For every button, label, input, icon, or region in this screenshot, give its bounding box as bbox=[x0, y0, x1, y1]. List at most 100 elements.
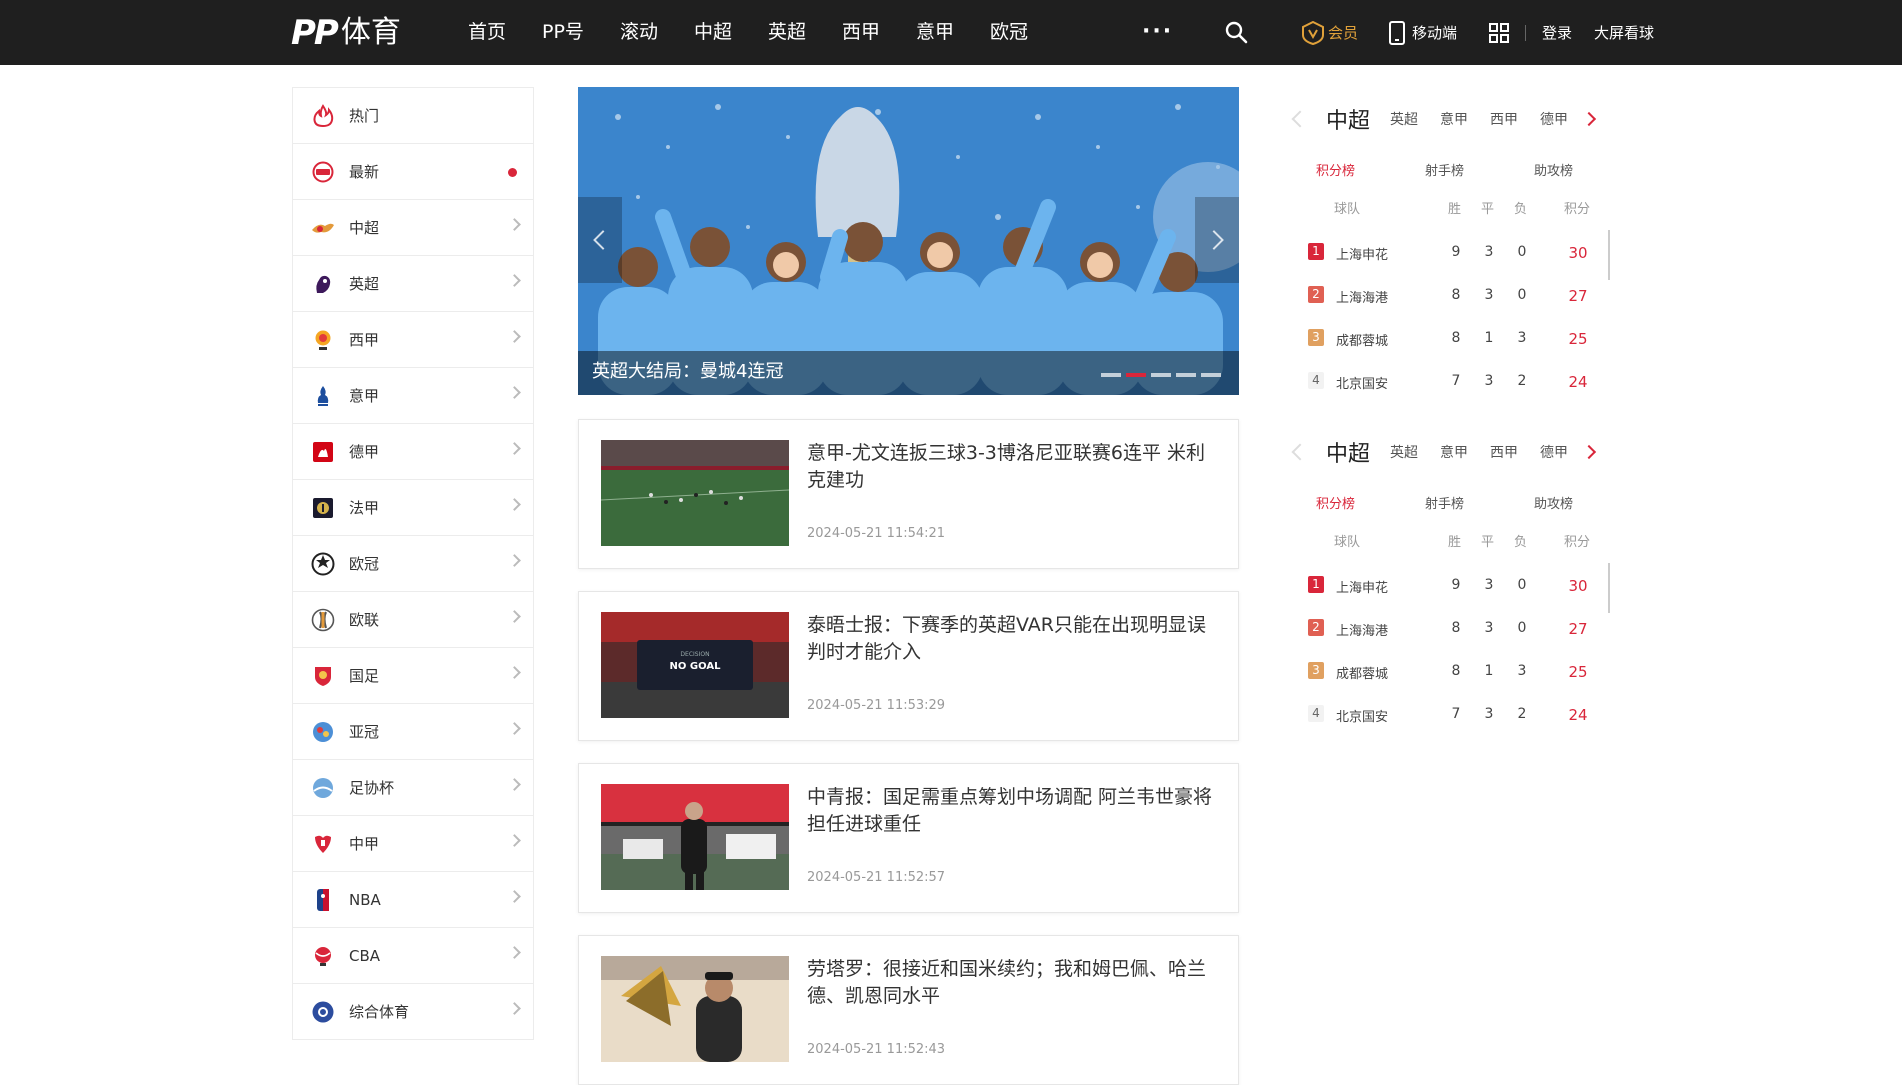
col-team: 球队 bbox=[1334, 535, 1361, 550]
tab-serie-a[interactable]: 意甲 bbox=[1440, 109, 1468, 129]
sidebar-item-label: 意甲 bbox=[349, 387, 380, 405]
draws: 3 bbox=[1484, 373, 1494, 389]
china-league-one-icon bbox=[311, 832, 335, 856]
subtab-points[interactable]: 积分榜 bbox=[1316, 493, 1355, 512]
tab-laliga[interactable]: 西甲 bbox=[1490, 109, 1518, 129]
tab-csl[interactable]: 中超 bbox=[1326, 436, 1370, 468]
sidebar-item-cba[interactable]: CBA bbox=[293, 927, 533, 983]
wins: 7 bbox=[1451, 373, 1461, 389]
chevron-left-icon[interactable] bbox=[1291, 110, 1309, 128]
sidebar-item-afc-champions-league[interactable]: 亚冠 bbox=[293, 703, 533, 759]
tab-serie-a[interactable]: 意甲 bbox=[1440, 442, 1468, 462]
news-card[interactable]: DECISION NO GOAL 泰晤士报：下赛季的英超VAR只能在出现明显误判… bbox=[578, 591, 1239, 741]
table-row[interactable]: 2 上海海港 8 3 0 27 bbox=[1286, 273, 1616, 316]
subtab-points[interactable]: 积分榜 bbox=[1316, 160, 1355, 179]
tab-premier-league[interactable]: 英超 bbox=[1390, 109, 1418, 129]
nav-premier-league[interactable]: 英超 bbox=[768, 0, 806, 65]
tab-premier-league[interactable]: 英超 bbox=[1390, 442, 1418, 462]
mobile-button[interactable]: 移动端 bbox=[1388, 20, 1457, 45]
carousel-dot[interactable] bbox=[1101, 373, 1121, 377]
carousel-dot[interactable] bbox=[1176, 373, 1196, 377]
table-row[interactable]: 1 上海申花 9 3 0 30 bbox=[1286, 563, 1616, 606]
losses: 0 bbox=[1517, 577, 1527, 593]
draws: 3 bbox=[1484, 620, 1494, 636]
europa-league-trophy-icon bbox=[311, 608, 335, 632]
new-badge-icon bbox=[311, 160, 335, 184]
chevron-right-icon[interactable] bbox=[1581, 111, 1597, 127]
carousel-prev-button[interactable] bbox=[578, 197, 622, 283]
hero-title: 英超大结局：曼城4连冠 bbox=[592, 361, 784, 382]
carousel-dot-active[interactable] bbox=[1126, 373, 1146, 377]
carousel-dot[interactable] bbox=[1151, 373, 1171, 377]
tab-csl[interactable]: 中超 bbox=[1326, 103, 1370, 135]
sidebar-item-fa-cup[interactable]: 足协杯 bbox=[293, 759, 533, 815]
table-row[interactable]: 4 北京国安 7 3 2 24 bbox=[1286, 692, 1616, 735]
sidebar-item-nba[interactable]: NBA bbox=[293, 871, 533, 927]
vip-button[interactable]: 会员 bbox=[1302, 20, 1359, 45]
table-row[interactable]: 3 成都蓉城 8 1 3 25 bbox=[1286, 316, 1616, 359]
sidebar-item-multi-sport[interactable]: 综合体育 bbox=[293, 983, 533, 1039]
tab-laliga[interactable]: 西甲 bbox=[1490, 442, 1518, 462]
subtab-scorers[interactable]: 射手榜 bbox=[1425, 493, 1464, 512]
news-card[interactable]: 意甲-尤文连扳三球3-3博洛尼亚联赛6连平 米利克建功 2024-05-21 1… bbox=[578, 419, 1239, 569]
sidebar-item-laliga[interactable]: 西甲 bbox=[293, 311, 533, 367]
sidebar-item-champions-league[interactable]: 欧冠 bbox=[293, 535, 533, 591]
sidebar-item-hot[interactable]: 热门 bbox=[293, 87, 533, 143]
sidebar-item-ligue1[interactable]: 法甲 bbox=[293, 479, 533, 535]
nav-rolling[interactable]: 滚动 bbox=[620, 0, 658, 65]
pp-sports-logo[interactable]: PP 体育 bbox=[291, 14, 401, 52]
subtab-assists[interactable]: 助攻榜 bbox=[1534, 493, 1573, 512]
chevron-right-icon[interactable] bbox=[1581, 444, 1597, 460]
sidebar-item-latest[interactable]: 最新 bbox=[293, 143, 533, 199]
sidebar-item-serie-a[interactable]: 意甲 bbox=[293, 367, 533, 423]
points: 24 bbox=[1568, 706, 1588, 724]
nav-home[interactable]: 首页 bbox=[468, 0, 506, 65]
standings-subtabs: 积分榜 射手榜 助攻榜 bbox=[1286, 493, 1616, 517]
table-row[interactable]: 3 成都蓉城 8 1 3 25 bbox=[1286, 649, 1616, 692]
apps-grid-button[interactable] bbox=[1489, 22, 1510, 43]
big-screen-button[interactable]: 大屏看球 bbox=[1594, 22, 1654, 43]
logo-text: 体育 bbox=[340, 15, 401, 50]
nav-champions-league[interactable]: 欧冠 bbox=[990, 0, 1028, 65]
news-card[interactable]: 中青报：国足需重点筹划中场调配 阿兰韦世豪将担任进球重任 2024-05-21 … bbox=[578, 763, 1239, 913]
news-title: 中青报：国足需重点筹划中场调配 阿兰韦世豪将担任进球重任 bbox=[807, 786, 1213, 835]
table-row[interactable]: 4 北京国安 7 3 2 24 bbox=[1286, 359, 1616, 402]
col-draws: 平 bbox=[1481, 535, 1495, 550]
table-row[interactable]: 1 上海申花 9 3 0 30 bbox=[1286, 230, 1616, 273]
more-menu-button[interactable]: ··· bbox=[1142, 19, 1173, 44]
losses: 3 bbox=[1517, 663, 1527, 679]
nav-laliga[interactable]: 西甲 bbox=[842, 0, 880, 65]
news-time: 2024-05-21 11:53:29 bbox=[807, 698, 946, 713]
tab-bundesliga[interactable]: 德甲 bbox=[1540, 442, 1568, 462]
search-icon[interactable] bbox=[1224, 20, 1248, 44]
fa-cup-icon bbox=[311, 776, 335, 800]
sidebar-item-bundesliga[interactable]: 德甲 bbox=[293, 423, 533, 479]
login-button[interactable]: 登录 bbox=[1542, 22, 1572, 43]
subtab-scorers[interactable]: 射手榜 bbox=[1425, 160, 1464, 179]
nav-serie-a[interactable]: 意甲 bbox=[916, 0, 954, 65]
nav-csl[interactable]: 中超 bbox=[694, 0, 732, 65]
vip-label: 会员 bbox=[1328, 24, 1359, 42]
sidebar-item-premier-league[interactable]: 英超 bbox=[293, 255, 533, 311]
carousel-next-button[interactable] bbox=[1195, 197, 1239, 283]
sidebar-item-china-league-one[interactable]: 中甲 bbox=[293, 815, 533, 871]
sidebar-item-europa-league[interactable]: 欧联 bbox=[293, 591, 533, 647]
table-row[interactable]: 2 上海海港 8 3 0 27 bbox=[1286, 606, 1616, 649]
draws: 3 bbox=[1484, 287, 1494, 303]
col-wins: 胜 bbox=[1448, 202, 1462, 217]
tab-bundesliga[interactable]: 德甲 bbox=[1540, 109, 1568, 129]
sidebar-item-csl[interactable]: 中超 bbox=[293, 199, 533, 255]
chevron-right-icon bbox=[508, 834, 521, 847]
news-card[interactable]: 劳塔罗：很接近和国米续约；我和姆巴佩、哈兰德、凯恩同水平 2024-05-21 … bbox=[578, 935, 1239, 1085]
carousel-dot[interactable] bbox=[1201, 373, 1221, 377]
sidebar-item-label: 欧联 bbox=[349, 611, 380, 629]
hero-banner[interactable]: 英超大结局：曼城4连冠 bbox=[578, 87, 1239, 395]
chevron-left-icon[interactable] bbox=[1291, 443, 1309, 461]
nav-pp-account[interactable]: PP号 bbox=[542, 0, 584, 65]
news-thumbnail-lautaro-trophy bbox=[601, 956, 789, 1062]
chevron-right-icon bbox=[508, 442, 521, 455]
team-name: 成都蓉城 bbox=[1336, 667, 1389, 682]
subtab-assists[interactable]: 助攻榜 bbox=[1534, 160, 1573, 179]
sidebar-item-label: 亚冠 bbox=[349, 723, 380, 741]
sidebar-item-national-team[interactable]: 国足 bbox=[293, 647, 533, 703]
